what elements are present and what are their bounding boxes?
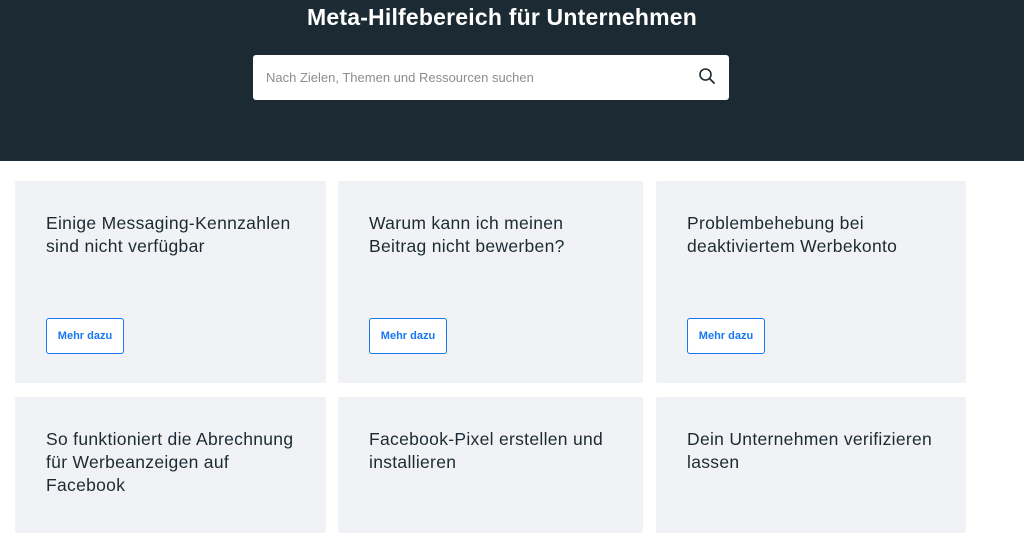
card-title[interactable]: Facebook-Pixel erstellen und installiere… xyxy=(369,428,623,474)
learn-more-button[interactable]: Mehr dazu xyxy=(46,318,124,354)
article-card[interactable]: Einige Messaging-Kennzahlen sind nicht v… xyxy=(15,181,326,383)
search-input[interactable] xyxy=(253,55,683,100)
card-title[interactable]: Dein Unternehmen verifizieren lassen xyxy=(687,428,946,474)
hero-header: Meta-Hilfebereich für Unternehmen xyxy=(0,0,1024,161)
search-icon xyxy=(698,67,716,88)
card-title[interactable]: Warum kann ich meinen Beitrag nicht bewe… xyxy=(369,212,623,258)
learn-more-button[interactable]: Mehr dazu xyxy=(687,318,765,354)
article-card[interactable]: Warum kann ich meinen Beitrag nicht bewe… xyxy=(338,181,643,383)
search-button[interactable] xyxy=(691,61,723,93)
page-title: Meta-Hilfebereich für Unternehmen xyxy=(307,4,697,30)
article-card[interactable]: Problembehebung bei deaktiviertem Werbek… xyxy=(656,181,966,383)
learn-more-button[interactable]: Mehr dazu xyxy=(369,318,447,354)
article-card[interactable]: Dein Unternehmen verifizieren lassen xyxy=(656,397,966,533)
article-card[interactable]: So funktioniert die Abrechnung für Werbe… xyxy=(15,397,326,533)
card-title[interactable]: So funktioniert die Abrechnung für Werbe… xyxy=(46,428,306,497)
card-title[interactable]: Problembehebung bei deaktiviertem Werbek… xyxy=(687,212,946,258)
card-title[interactable]: Einige Messaging-Kennzahlen sind nicht v… xyxy=(46,212,306,258)
search-bar xyxy=(253,55,729,100)
article-card[interactable]: Facebook-Pixel erstellen und installiere… xyxy=(338,397,643,533)
